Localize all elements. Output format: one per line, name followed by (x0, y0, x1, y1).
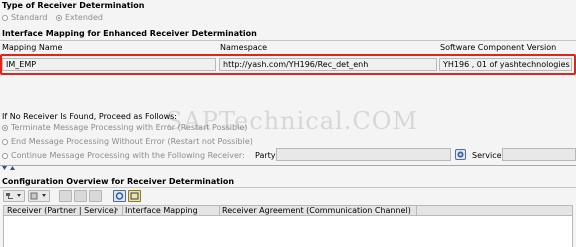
no-receiver-title: If No Receiver Is Found, Proceed as Foll… (2, 112, 178, 121)
configuration-grid-header: Receiver (Partner | Service) ↗ Interface… (3, 205, 573, 216)
namespace-header: Namespace (220, 43, 268, 52)
receiver-column-header[interactable]: Receiver (Partner | Service) (7, 206, 117, 216)
collapse-tree-button[interactable] (28, 190, 50, 202)
configuration-grid-body[interactable] (3, 216, 573, 247)
column-separator (122, 206, 123, 216)
splitter-bar[interactable] (0, 165, 576, 166)
column-separator (416, 206, 417, 216)
continue-radio[interactable] (2, 153, 8, 159)
interface-mapping-title: Interface Mapping for Enhanced Receiver … (2, 29, 257, 38)
toolbar-icon-2[interactable] (74, 190, 87, 202)
standard-radio-label: Standard (11, 13, 48, 22)
party-field[interactable] (276, 148, 451, 161)
refresh-icon[interactable] (113, 190, 126, 202)
expand-tree-button[interactable] (3, 190, 25, 202)
service-field[interactable] (502, 148, 576, 161)
mapping-name-header: Mapping Name (2, 43, 63, 52)
terminate-radio[interactable] (2, 125, 8, 131)
software-component-version-field[interactable]: YH196 , 01 of yashtechnologies (439, 58, 572, 71)
receiver-determination-title: Type of Receiver Determination (2, 1, 145, 10)
end-radio-label: End Message Processing Without Error (Re… (11, 137, 253, 146)
interface-mapping-column-header[interactable]: Interface Mapping (125, 206, 198, 216)
standard-radio[interactable] (2, 15, 8, 21)
mapping-name-field[interactable]: IM_EMP (2, 58, 216, 71)
extended-radio[interactable] (56, 15, 62, 21)
end-radio[interactable] (2, 139, 8, 145)
extended-radio-label: Extended (65, 13, 103, 22)
value-help-icon[interactable] (455, 149, 466, 160)
toolbar-icon-3[interactable] (89, 190, 102, 202)
namespace-field[interactable]: http://yash.com/YH196/Rec_det_enh (219, 58, 437, 71)
section-divider (0, 40, 576, 41)
layout-icon[interactable] (128, 190, 141, 202)
continue-radio-label: Continue Message Processing with the Fol… (11, 151, 245, 160)
column-separator (219, 206, 220, 216)
terminate-radio-label: Terminate Message Processing with Error … (11, 123, 248, 132)
configuration-overview-title: Configuration Overview for Receiver Dete… (2, 177, 235, 186)
overview-divider (0, 187, 576, 188)
toolbar-icon-1[interactable] (59, 190, 72, 202)
party-label: Party (255, 151, 276, 160)
service-label: Service (472, 151, 502, 160)
splitter-arrows-icon[interactable] (2, 166, 16, 171)
sort-icon[interactable]: ↗ (112, 206, 119, 216)
receiver-agreement-column-header[interactable]: Receiver Agreement (Communication Channe… (222, 206, 411, 216)
software-component-version-header: Software Component Version (440, 43, 557, 52)
